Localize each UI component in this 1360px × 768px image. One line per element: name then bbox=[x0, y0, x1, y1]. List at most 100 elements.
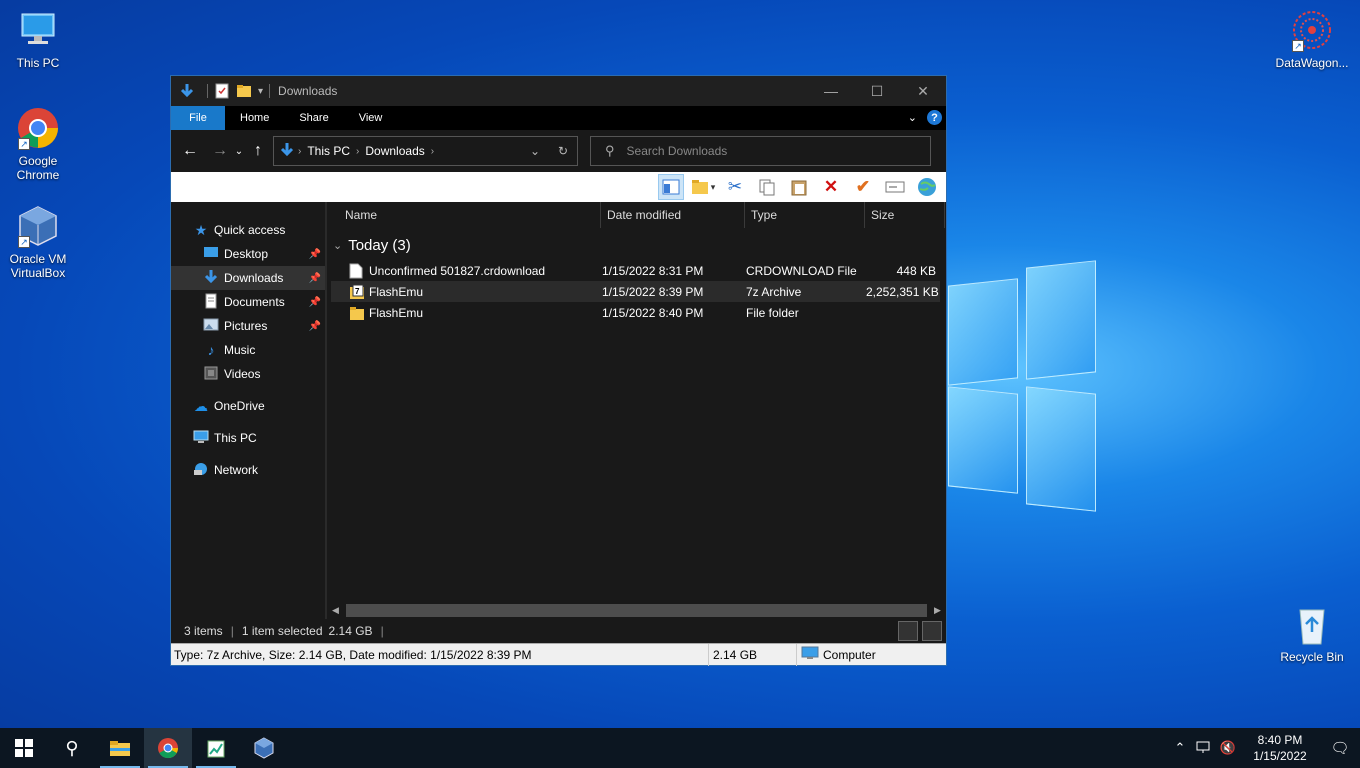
file-date: 1/15/2022 8:40 PM bbox=[602, 305, 704, 320]
document-icon bbox=[349, 263, 363, 279]
cut-icon[interactable]: ✂ bbox=[722, 174, 748, 200]
copy-icon[interactable] bbox=[754, 174, 780, 200]
desktop-icon-datawagon[interactable]: ↗ DataWagon... bbox=[1274, 8, 1350, 70]
file-name: Unconfirmed 501827.crdownload bbox=[369, 263, 546, 278]
scrollbar-thumb[interactable] bbox=[346, 604, 927, 617]
pin-icon[interactable]: 📌 bbox=[309, 249, 321, 260]
tab-view[interactable]: View bbox=[344, 106, 398, 130]
details-view-icon[interactable] bbox=[898, 621, 918, 641]
new-folder-icon[interactable]: ▾ bbox=[690, 174, 716, 200]
address-dropdown-icon[interactable]: ⌄ bbox=[521, 137, 549, 165]
forward-button[interactable]: → bbox=[209, 140, 231, 162]
desktop-icon-label: This PC bbox=[16, 56, 60, 70]
download-arrow-icon bbox=[280, 142, 294, 161]
nav-music[interactable]: ♪ Music bbox=[171, 338, 327, 362]
scroll-right-icon[interactable]: ▶ bbox=[929, 605, 946, 616]
search-icon: ⚲ bbox=[605, 143, 615, 158]
chrome-icon: ↗ bbox=[16, 106, 60, 150]
expand-ribbon-icon[interactable]: ⌄ bbox=[908, 111, 917, 124]
group-header[interactable]: ⌄ Today (3) bbox=[327, 232, 946, 258]
checkmark-icon[interactable]: ✔ bbox=[850, 174, 876, 200]
download-arrow-icon[interactable] bbox=[179, 83, 195, 99]
file-row[interactable]: Unconfirmed 501827.crdownload 1/15/2022 … bbox=[331, 260, 940, 281]
rename-icon[interactable] bbox=[882, 174, 908, 200]
quick-toolbar: ▾ ✂ ✕ ✔ bbox=[171, 172, 946, 202]
recent-locations-button[interactable]: ⌄ bbox=[231, 140, 247, 162]
breadcrumb-this-pc[interactable]: This PC bbox=[307, 144, 350, 158]
nav-videos[interactable]: Videos bbox=[171, 362, 327, 386]
details-bar: Type: 7z Archive, Size: 2.14 GB, Date mo… bbox=[171, 643, 946, 666]
windows-start-icon bbox=[15, 739, 33, 757]
desktop-icon-virtualbox[interactable]: ↗ Oracle VM VirtualBox bbox=[0, 204, 76, 280]
nav-onedrive[interactable]: ☁ OneDrive bbox=[171, 394, 327, 418]
notepad-taskbar-button[interactable] bbox=[192, 728, 240, 768]
nav-pictures[interactable]: Pictures 📌 bbox=[171, 314, 327, 338]
tab-home[interactable]: Home bbox=[225, 106, 284, 130]
pin-icon[interactable]: 📌 bbox=[309, 297, 321, 308]
tab-file[interactable]: File bbox=[171, 106, 225, 130]
nav-network[interactable]: Network bbox=[171, 458, 327, 482]
nav-downloads[interactable]: Downloads 📌 bbox=[171, 266, 327, 290]
search-box[interactable]: ⚲ Search Downloads bbox=[590, 136, 931, 166]
preview-pane-icon[interactable] bbox=[658, 174, 684, 200]
close-button[interactable]: ✕ bbox=[900, 76, 946, 106]
show-hidden-icons-chevron-icon[interactable]: ⌃ bbox=[1168, 728, 1192, 768]
desktop-icon-recycle-bin[interactable]: Recycle Bin bbox=[1274, 602, 1350, 664]
pin-icon[interactable]: 📌 bbox=[309, 273, 321, 284]
column-name[interactable]: Name bbox=[327, 202, 601, 228]
nav-quick-access[interactable]: ★ Quick access bbox=[171, 218, 327, 242]
file-row-selected[interactable]: 7 FlashEmu 1/15/2022 8:39 PM 7z Archive … bbox=[331, 281, 940, 302]
file-type: 7z Archive bbox=[746, 284, 802, 299]
pictures-icon bbox=[203, 318, 219, 335]
up-button[interactable]: ↑ bbox=[247, 140, 269, 162]
minimize-button[interactable]: — bbox=[808, 76, 854, 106]
status-item-count: 3 items bbox=[184, 624, 223, 638]
virtualbox-taskbar-button[interactable] bbox=[240, 728, 288, 768]
column-headers: Name Date modified Type Size bbox=[327, 202, 946, 228]
breadcrumb-downloads[interactable]: Downloads bbox=[365, 144, 424, 158]
paste-icon[interactable] bbox=[786, 174, 812, 200]
title-bar[interactable]: ▾ Downloads — ☐ ✕ bbox=[171, 76, 946, 106]
breadcrumb-separator-icon[interactable]: › bbox=[298, 146, 301, 157]
file-type: CRDOWNLOAD File bbox=[746, 263, 857, 278]
new-folder-icon[interactable] bbox=[236, 83, 252, 99]
computer-icon bbox=[193, 430, 209, 447]
nav-label: Network bbox=[214, 463, 259, 477]
explorer-window: ▾ Downloads — ☐ ✕ File Home Share View ⌄… bbox=[170, 75, 947, 666]
help-icon[interactable]: ? bbox=[927, 110, 942, 125]
nav-documents[interactable]: Documents 📌 bbox=[171, 290, 327, 314]
desktop-icon-this-pc[interactable]: This PC bbox=[0, 8, 76, 70]
file-row[interactable]: FlashEmu 1/15/2022 8:40 PM File folder bbox=[331, 302, 940, 323]
computer-icon bbox=[801, 646, 819, 663]
start-button[interactable] bbox=[0, 728, 48, 768]
refresh-icon[interactable]: ↻ bbox=[549, 137, 577, 165]
network-status-icon[interactable] bbox=[1192, 728, 1216, 768]
clock[interactable]: 8:40 PM 1/15/2022 bbox=[1240, 732, 1320, 764]
chrome-taskbar-button[interactable] bbox=[144, 728, 192, 768]
volume-muted-icon[interactable]: 🔇 bbox=[1216, 728, 1240, 768]
pin-icon[interactable]: 📌 bbox=[309, 321, 321, 332]
nav-this-pc[interactable]: This PC bbox=[171, 426, 327, 450]
column-size[interactable]: Size bbox=[865, 202, 945, 228]
delete-icon[interactable]: ✕ bbox=[818, 174, 844, 200]
notification-center-button[interactable]: 🗨 bbox=[1320, 728, 1360, 768]
breadcrumb-separator-icon[interactable]: › bbox=[356, 146, 359, 157]
search-button[interactable]: ⚲ bbox=[48, 728, 96, 768]
file-explorer-taskbar-button[interactable] bbox=[96, 728, 144, 768]
customize-quick-access-icon[interactable]: ▾ bbox=[258, 86, 263, 97]
column-date-modified[interactable]: Date modified bbox=[601, 202, 745, 228]
large-icons-view-icon[interactable] bbox=[922, 621, 942, 641]
back-button[interactable]: ← bbox=[179, 140, 201, 162]
archive-7z-icon: 7 bbox=[349, 284, 364, 300]
properties-icon[interactable] bbox=[214, 83, 230, 99]
scroll-left-icon[interactable]: ◀ bbox=[327, 605, 344, 616]
maximize-button[interactable]: ☐ bbox=[854, 76, 900, 106]
horizontal-scrollbar[interactable]: ◀ ▶ bbox=[327, 602, 946, 619]
column-type[interactable]: Type bbox=[745, 202, 865, 228]
nav-desktop[interactable]: Desktop 📌 bbox=[171, 242, 327, 266]
breadcrumb-separator-icon[interactable]: › bbox=[431, 146, 434, 157]
tab-share[interactable]: Share bbox=[284, 106, 343, 130]
desktop-icon-chrome[interactable]: ↗ Google Chrome bbox=[0, 106, 76, 182]
globe-icon[interactable] bbox=[914, 174, 940, 200]
address-bar[interactable]: › This PC › Downloads › ⌄ ↻ bbox=[273, 136, 578, 166]
